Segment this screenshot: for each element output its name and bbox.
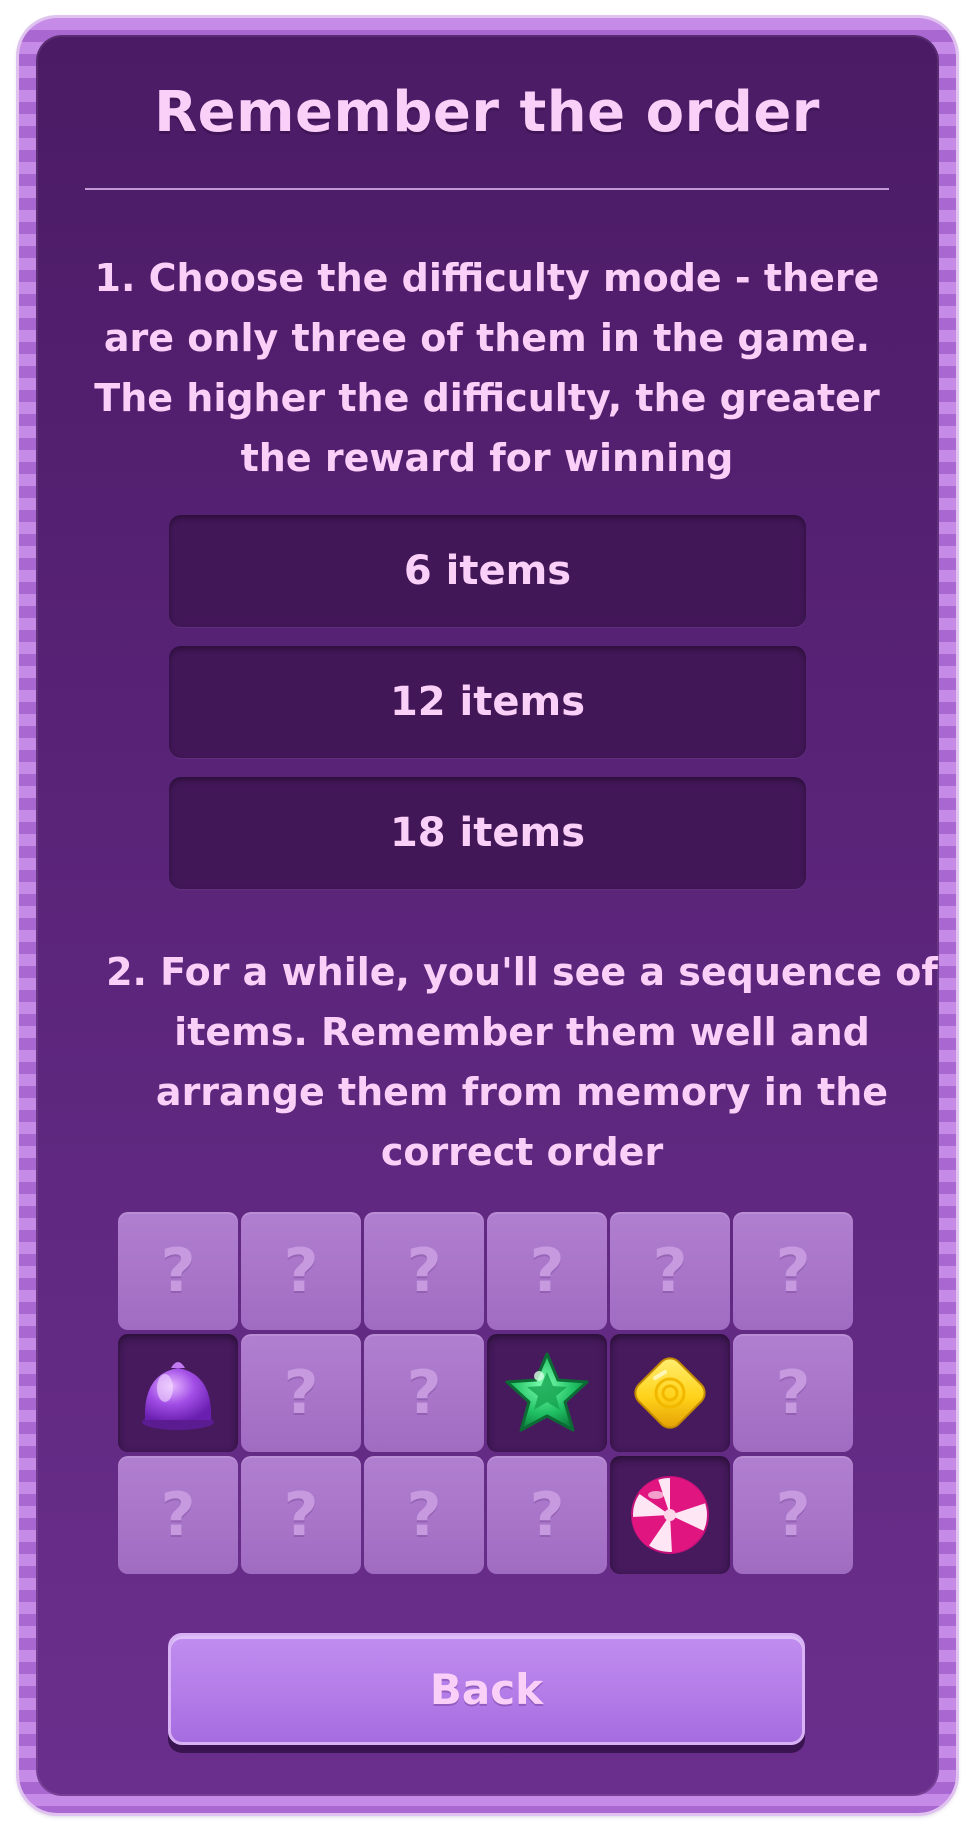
revealed-tile[interactable] <box>487 1334 607 1452</box>
question-mark-icon: ? <box>160 1480 196 1550</box>
hidden-tile[interactable]: ? <box>610 1212 730 1330</box>
hidden-tile[interactable]: ? <box>487 1456 607 1574</box>
mode-12-items-button[interactable]: 12 items <box>169 646 806 758</box>
revealed-tile[interactable] <box>610 1334 730 1452</box>
question-mark-icon: ? <box>775 1358 811 1428</box>
pink-peppermint-candy-icon <box>628 1473 712 1557</box>
hidden-tile[interactable]: ? <box>241 1334 361 1452</box>
instruction-step-1: 1. Choose the difficulty mode - there ar… <box>94 256 880 480</box>
memory-grid: ?????? ?? ????? ? <box>118 1212 853 1574</box>
question-mark-icon: ? <box>406 1480 442 1550</box>
hidden-tile[interactable]: ? <box>733 1212 853 1330</box>
question-mark-icon: ? <box>529 1236 565 1306</box>
hidden-tile[interactable]: ? <box>364 1456 484 1574</box>
mode-18-items-button[interactable]: 18 items <box>169 777 806 889</box>
question-mark-icon: ? <box>160 1236 196 1306</box>
question-mark-icon: ? <box>283 1236 319 1306</box>
purple-jelly-icon <box>137 1354 219 1432</box>
question-mark-icon: ? <box>529 1480 565 1550</box>
mode-6-items-button[interactable]: 6 items <box>169 515 806 627</box>
instruction-step-2: 2. For a while, you'll see a sequence of… <box>106 950 938 1174</box>
green-star-candy-icon <box>503 1350 591 1436</box>
question-mark-icon: ? <box>406 1236 442 1306</box>
revealed-tile[interactable] <box>610 1456 730 1574</box>
hidden-tile[interactable]: ? <box>733 1456 853 1574</box>
hidden-tile[interactable]: ? <box>118 1456 238 1574</box>
question-mark-icon: ? <box>652 1236 688 1306</box>
hidden-tile[interactable]: ? <box>364 1212 484 1330</box>
question-mark-icon: ? <box>406 1358 442 1428</box>
back-button[interactable]: Back <box>168 1633 805 1745</box>
yellow-swirl-candy-icon <box>627 1350 713 1436</box>
title-divider <box>85 188 889 190</box>
hidden-tile[interactable]: ? <box>241 1456 361 1574</box>
page-title: Remember the order <box>154 80 820 145</box>
question-mark-icon: ? <box>775 1480 811 1550</box>
question-mark-icon: ? <box>283 1358 319 1428</box>
hidden-tile[interactable]: ? <box>241 1212 361 1330</box>
question-mark-icon: ? <box>283 1480 319 1550</box>
revealed-tile[interactable] <box>118 1334 238 1452</box>
question-mark-icon: ? <box>775 1236 811 1306</box>
hidden-tile[interactable]: ? <box>487 1212 607 1330</box>
hidden-tile[interactable]: ? <box>733 1334 853 1452</box>
hidden-tile[interactable]: ? <box>364 1334 484 1452</box>
hidden-tile[interactable]: ? <box>118 1212 238 1330</box>
